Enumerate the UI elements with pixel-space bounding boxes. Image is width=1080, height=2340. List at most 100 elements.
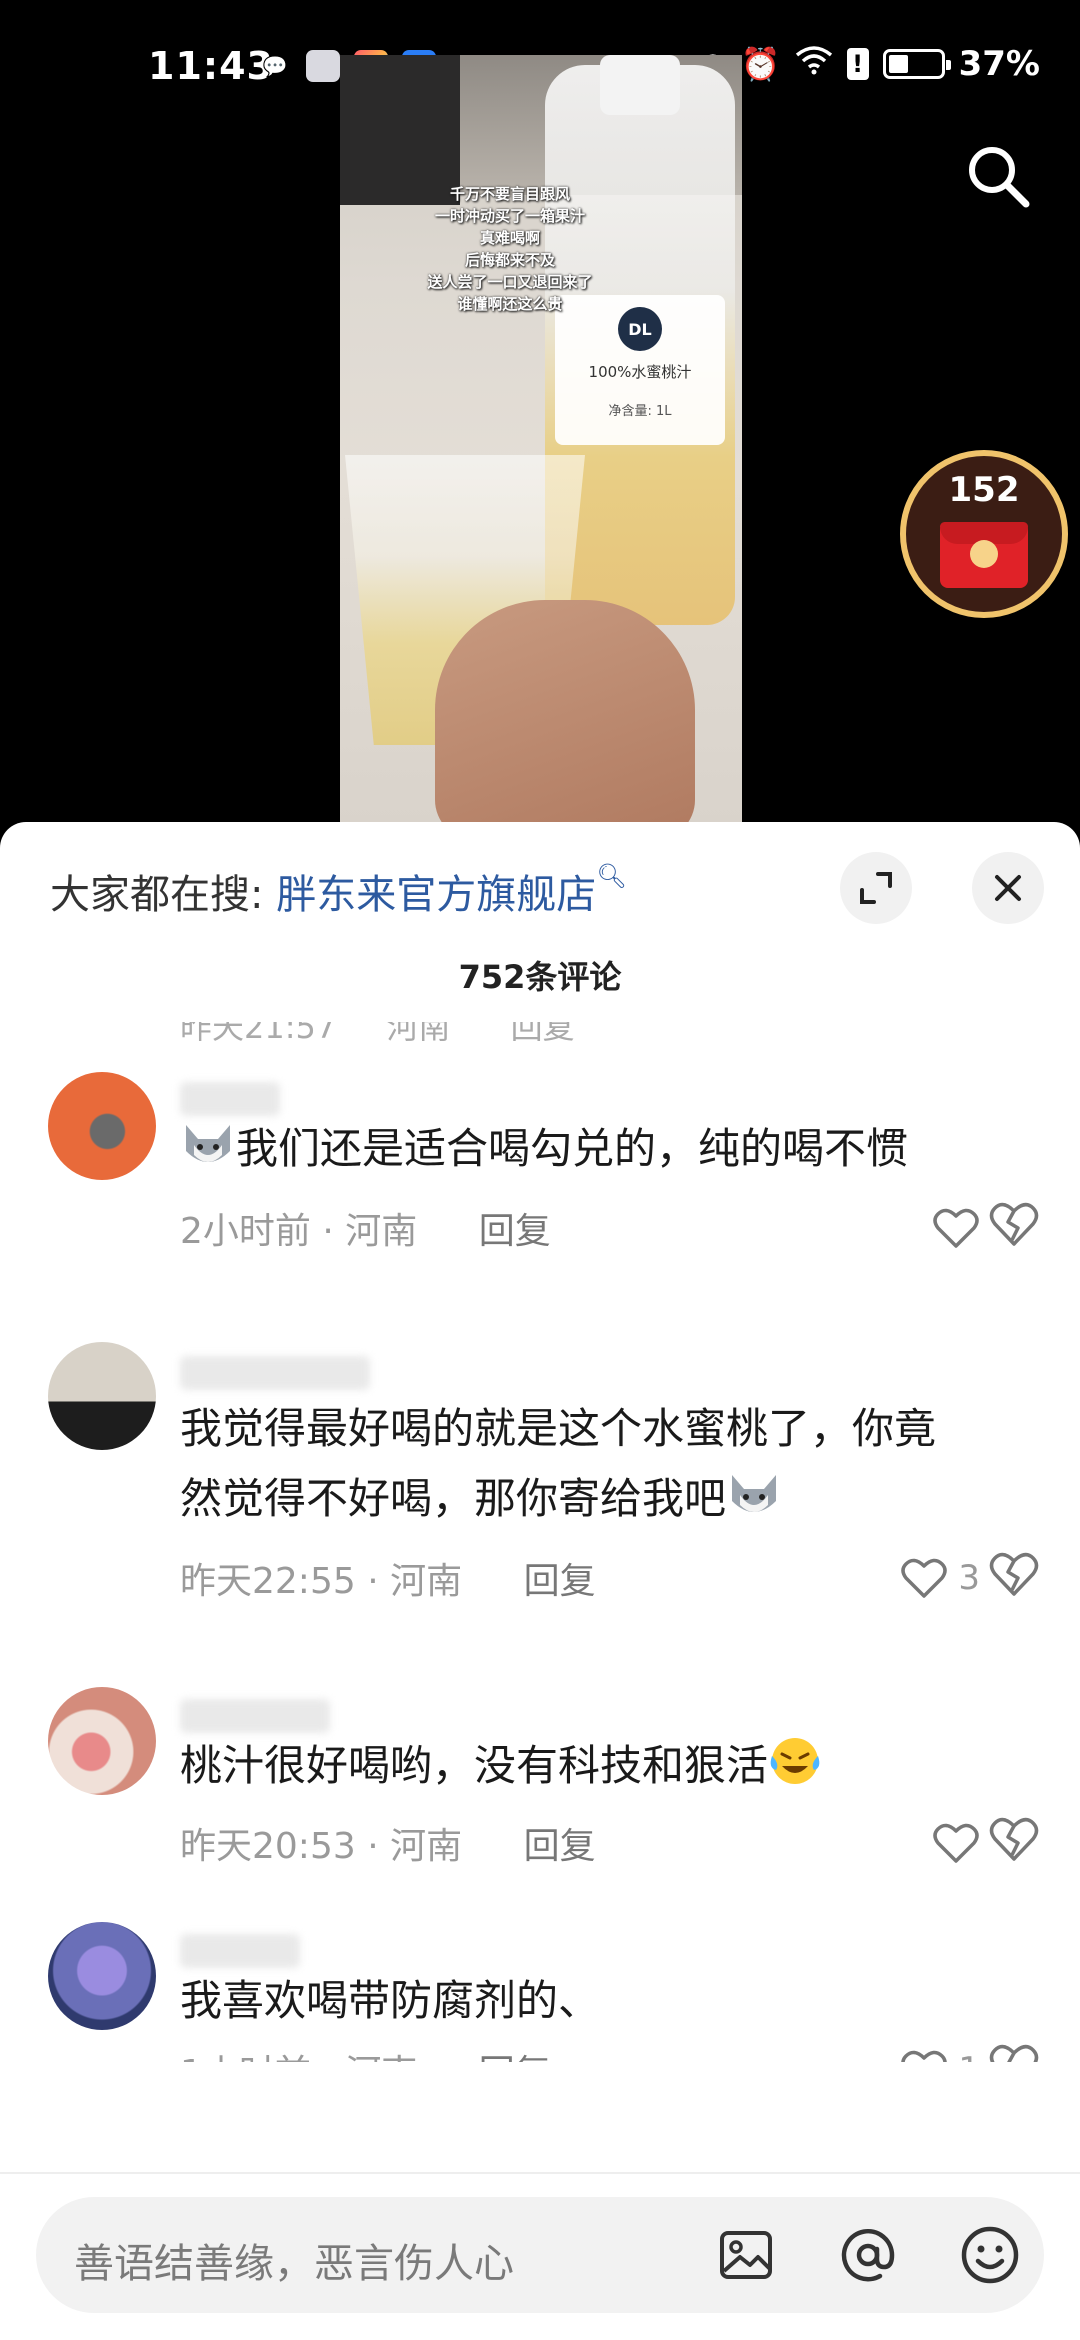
trending-search[interactable]: 大家都在搜: 胖东来官方旗舰店🔍︎ <box>50 862 627 920</box>
username-blurred[interactable] <box>180 1699 330 1733</box>
comment-list[interactable]: 昨天21:57 河南 回复 我们还是适合喝勾兑的，纯的喝不惯 2小时前 · 河南 <box>0 1022 1080 2062</box>
caption-line: 一时冲动买了一箱果汁 <box>434 207 585 225</box>
comment-meta-partial: 昨天21:57 河南 回复 <box>180 1022 1040 1062</box>
comment-region: 河南 <box>390 1826 463 1867</box>
alarm-icon: ⏰ <box>740 45 781 83</box>
reply-link[interactable]: 回复 <box>479 2053 551 2062</box>
comment-sheet-header: 大家都在搜: 胖东来官方旗舰店🔍︎ 752条评论 <box>0 822 1080 1042</box>
close-icon <box>995 875 1021 901</box>
comment-body: 我们还是适合喝勾兑的，纯的喝不惯 <box>236 1124 909 1173</box>
bottle-cap <box>600 55 680 115</box>
comment-item: 我喜欢喝带防腐剂的、 1小时前 · 河南 回复 1 <box>0 1922 1080 2062</box>
like-count: 1 <box>958 2050 980 2062</box>
red-packet-count: 152 <box>948 470 1020 510</box>
wechat-icon: 💬 <box>262 54 288 78</box>
smiley-icon <box>961 2226 1019 2284</box>
comment-time: 2小时前 <box>180 1211 311 1252</box>
comment-region: 河南 <box>345 1211 418 1252</box>
hand-image <box>435 600 695 825</box>
wifi-icon <box>795 45 833 83</box>
comment-body: 我觉得最好喝的就是这个水蜜桃了，你竟 <box>180 1404 937 1453</box>
comment-meta: 昨天22:55 · 河南 回复 <box>180 1561 596 1602</box>
username-blurred[interactable] <box>180 1356 370 1390</box>
video-player[interactable]: DL 100%水蜜桃汁 净含量: 1L 千万不要盲目跟风 一时冲动买了一箱果汁 … <box>340 55 742 825</box>
red-packet-button[interactable]: 152 <box>900 450 1068 618</box>
caption-line: 后悔都来不及 <box>464 251 555 269</box>
heart-icon <box>901 2050 948 2062</box>
bottle-volume: 净含量: 1L <box>608 404 672 419</box>
search-small-icon: 🔍︎ <box>596 862 627 890</box>
like-button[interactable] <box>860 1200 980 1256</box>
like-button[interactable]: 1 <box>860 2042 980 2062</box>
expand-icon <box>860 872 892 904</box>
reply-link[interactable]: 回复 <box>511 1022 575 1046</box>
avatar[interactable] <box>48 1687 156 1795</box>
comment-meta: 1小时前 · 河南 回复 <box>180 2044 551 2062</box>
alert-icon: ! <box>846 48 869 80</box>
comment-item: 我们还是适合喝勾兑的，纯的喝不惯 2小时前 · 河南 回复 <box>0 1072 1080 1272</box>
username-blurred[interactable] <box>180 1082 280 1116</box>
status-time: 11:43 <box>148 44 274 88</box>
doge-emoji-icon <box>726 1471 782 1521</box>
broken-heart-icon <box>989 1817 1039 1861</box>
avatar[interactable] <box>48 1072 156 1180</box>
at-icon <box>841 2228 895 2282</box>
dislike-button[interactable] <box>988 2042 1044 2062</box>
close-button[interactable] <box>972 852 1044 924</box>
comment-body: 桃汁很好喝哟，没有科技和狠活 <box>180 1741 769 1790</box>
broken-heart-icon <box>989 1552 1039 1596</box>
comment-time: 昨天22:55 <box>180 1561 356 1602</box>
like-button[interactable]: 3 <box>860 1550 980 1606</box>
battery-icon <box>882 49 951 79</box>
reply-link[interactable]: 回复 <box>479 1211 551 1252</box>
comment-sheet: 大家都在搜: 胖东来官方旗舰店🔍︎ 752条评论 昨天21:57 河南 回复 我… <box>0 822 1080 2340</box>
caption-line: 真难喝啊 <box>479 229 540 247</box>
avatar[interactable] <box>48 1342 156 1450</box>
comment-input[interactable]: 善语结善缘，恶言伤人心 <box>36 2197 1044 2313</box>
comment-region: 河南 <box>386 1022 451 1046</box>
comment-count: 752条评论 <box>458 958 622 996</box>
trending-query-link[interactable]: 胖东来官方旗舰店 <box>276 872 596 918</box>
comment-input-placeholder: 善语结善缘，恶言伤人心 <box>74 2241 514 2287</box>
video-caption: 千万不要盲目跟风 一时冲动买了一箱果汁 真难喝啊 后悔都来不及 送人尝了一口又退… <box>395 183 625 315</box>
comment-time: 昨天20:53 <box>180 1826 356 1867</box>
comment-text: 我们还是适合喝勾兑的，纯的喝不惯 <box>180 1114 1040 1184</box>
comment-body: 然觉得不好喝，那你寄给我吧 <box>180 1474 727 1523</box>
app-notification-icon <box>306 50 340 82</box>
doge-emoji-icon <box>180 1121 236 1171</box>
caption-line: 千万不要盲目跟风 <box>449 185 570 203</box>
expand-button[interactable] <box>840 852 912 924</box>
dislike-button[interactable] <box>988 1550 1044 1606</box>
comment-region: 河南 <box>390 1561 463 1602</box>
image-button[interactable] <box>714 2223 778 2287</box>
comment-text: 我觉得最好喝的就是这个水蜜桃了，你竟 然觉得不好喝，那你寄给我吧 <box>180 1394 1040 1534</box>
comment-body: 我喜欢喝带防腐剂的、 <box>180 1976 601 2025</box>
comment-meta: 2小时前 · 河南 回复 <box>180 1211 551 1252</box>
username-blurred[interactable] <box>180 1934 300 1968</box>
like-count: 3 <box>958 1558 980 1598</box>
search-button[interactable] <box>962 140 1034 212</box>
dislike-button[interactable] <box>988 1200 1044 1256</box>
trending-prefix: 大家都在搜: <box>50 872 264 918</box>
reply-link[interactable]: 回复 <box>524 1561 596 1602</box>
broken-heart-icon <box>989 2044 1039 2062</box>
emoji-button[interactable] <box>958 2223 1022 2287</box>
reply-link[interactable]: 回复 <box>524 1826 596 1867</box>
heart-icon <box>933 1823 979 1863</box>
heart-icon <box>933 1208 979 1248</box>
caption-line: 谁懂啊还这么贵 <box>457 295 563 313</box>
screen: 11:43 💬 ✓ ◉ ⏰ ! 37% DL 100%水蜜桃汁 净含量: <box>0 0 1080 2340</box>
mention-button[interactable] <box>836 2223 900 2287</box>
search-icon <box>969 147 1030 208</box>
bottle-label-text: 100%水蜜桃汁 <box>588 363 692 381</box>
comment-time: 1小时前 <box>180 2053 311 2062</box>
divider <box>0 2172 1080 2174</box>
comment-region: 河南 <box>345 2053 417 2062</box>
avatar[interactable] <box>48 1922 156 2030</box>
envelope-coin <box>970 540 998 568</box>
dislike-button[interactable] <box>988 1815 1044 1871</box>
comment-time: 昨天21:57 <box>180 1022 337 1046</box>
like-button[interactable] <box>860 1815 980 1871</box>
comment-text: 我喜欢喝带防腐剂的、 <box>180 1966 1040 2036</box>
system-icons: ◉ ⏰ ! 37% <box>699 44 1040 84</box>
